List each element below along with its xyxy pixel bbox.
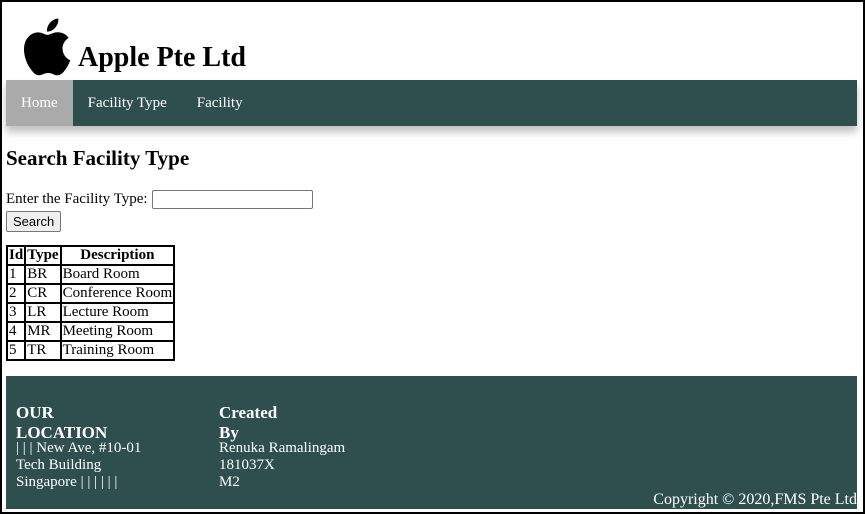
location-address: | | | New Ave, #10-01 Tech Building Sing… — [16, 440, 141, 491]
nav-item-facility[interactable]: Facility — [182, 80, 258, 126]
address-line: Singapore | | | | | | — [16, 474, 118, 490]
cell-description: Training Room — [60, 341, 175, 360]
address-line: Tech Building — [16, 457, 102, 473]
cell-type: BR — [25, 265, 61, 284]
column-header-description: Description — [60, 246, 175, 265]
cell-id: 1 — [7, 265, 26, 284]
table-row: 5 TR Training Room — [7, 341, 175, 360]
cell-description: Meeting Room — [60, 322, 175, 341]
table-row: 2 CR Conference Room — [7, 284, 175, 303]
cell-type: CR — [25, 284, 61, 303]
creator-line: 181037X — [219, 457, 275, 473]
facility-type-input[interactable] — [151, 190, 313, 209]
cell-description: Lecture Room — [60, 303, 175, 322]
nav-item-home[interactable]: Home — [6, 80, 73, 126]
cell-type: MR — [25, 322, 61, 341]
facility-type-table: Id Type Description 1 BR Board Room 2 CR… — [6, 245, 176, 361]
page-title: Search Facility Type — [6, 146, 190, 170]
page-frame: Apple Pte Ltd Home Facility Type Facilit… — [0, 0, 865, 514]
table-row: 1 BR Board Room — [7, 265, 175, 284]
cell-id: 2 — [7, 284, 26, 303]
header: Apple Pte Ltd — [16, 10, 246, 76]
cell-description: Conference Room — [60, 284, 175, 303]
created-by-heading: Created By — [219, 403, 278, 442]
table-row: 4 MR Meeting Room — [7, 322, 175, 341]
search-label: Enter the Facility Type: — [6, 191, 148, 207]
creator-info: Renuka Ramalingam 181037X M2 — [219, 440, 345, 491]
apple-logo-icon — [24, 18, 71, 76]
column-header-id: Id — [7, 246, 26, 265]
main-nav: Home Facility Type Facility — [6, 80, 857, 126]
brand-name: Apple Pte Ltd — [78, 42, 246, 73]
search-button[interactable]: Search — [6, 211, 62, 232]
cell-type: TR — [25, 341, 61, 360]
address-line: | | | New Ave, #10-01 — [16, 440, 142, 456]
column-header-type: Type — [25, 246, 61, 265]
copyright-text: Copyright © 2020,FMS Pte Ltd — [653, 491, 857, 508]
table-header-row: Id Type Description — [7, 246, 175, 265]
cell-id: 4 — [7, 322, 26, 341]
search-row: Enter the Facility Type: — [6, 190, 313, 209]
cell-type: LR — [25, 303, 61, 322]
cell-id: 3 — [7, 303, 26, 322]
creator-line: M2 — [219, 474, 240, 490]
footer: OUR LOCATION | | | New Ave, #10-01 Tech … — [6, 376, 857, 509]
nav-item-facility-type[interactable]: Facility Type — [73, 80, 182, 126]
cell-description: Board Room — [60, 265, 175, 284]
cell-id: 5 — [7, 341, 26, 360]
creator-line: Renuka Ramalingam — [219, 440, 346, 456]
location-heading: OUR LOCATION — [16, 403, 108, 442]
table-row: 3 LR Lecture Room — [7, 303, 175, 322]
